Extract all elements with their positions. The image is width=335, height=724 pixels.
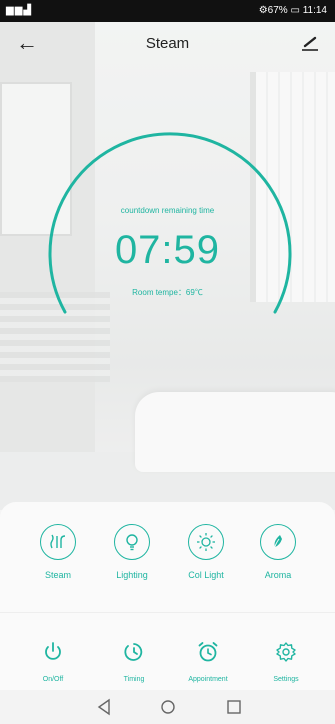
recents-square-icon[interactable] [224,698,244,716]
steam-label: Steam [44,570,71,580]
status-bar: ▆▆▟ ⚙67% ▭ 11:14 [0,0,335,22]
aroma-button[interactable]: Aroma [243,524,313,580]
timing-button[interactable]: Timing [98,641,170,683]
lighting-label: Lighting [116,570,148,580]
steam-icon [50,534,66,549]
leaf-icon [273,535,282,550]
bulb-icon [126,534,138,551]
countdown-label: countdown remaining time [120,206,215,215]
power-button[interactable]: On/Off [17,641,89,683]
alarm-clock-icon [198,642,218,662]
sun-icon [197,533,215,551]
home-circle-icon[interactable] [158,698,178,716]
power-icon [45,642,61,660]
bottom-nav: On/Off Timing Appointment Settings [0,612,335,691]
settings-label: Settings [273,676,299,683]
color-light-label: Col Light [188,570,224,580]
page-title: Steam [145,35,190,52]
edit-button[interactable] [297,30,323,56]
countdown-time: 07:59 [114,228,221,272]
power-label: On/Off [42,676,64,683]
room-temperature: Room tempe：69℃ [132,288,203,297]
steam-button[interactable]: Steam [23,524,93,580]
signal-icons: ▆▆▟ [6,5,33,16]
gear-icon [276,642,296,662]
system-nav-bar [0,690,335,724]
back-triangle-icon[interactable] [94,698,114,716]
function-panel: Steam Lighting Col Light Aroma [0,502,335,612]
appointment-label: Appointment [188,676,228,683]
color-light-button[interactable]: Col Light [171,524,241,580]
status-right: ⚙67% ▭ 11:14 [258,5,327,16]
pen-icon [302,36,318,51]
lighting-button[interactable]: Lighting [97,524,167,580]
timing-label: Timing [123,676,145,683]
timer-icon [124,643,143,661]
settings-button[interactable]: Settings [250,641,322,683]
header: ← Steam [0,22,335,66]
appointment-button[interactable]: Appointment [172,641,244,683]
aroma-label: Aroma [264,570,292,580]
